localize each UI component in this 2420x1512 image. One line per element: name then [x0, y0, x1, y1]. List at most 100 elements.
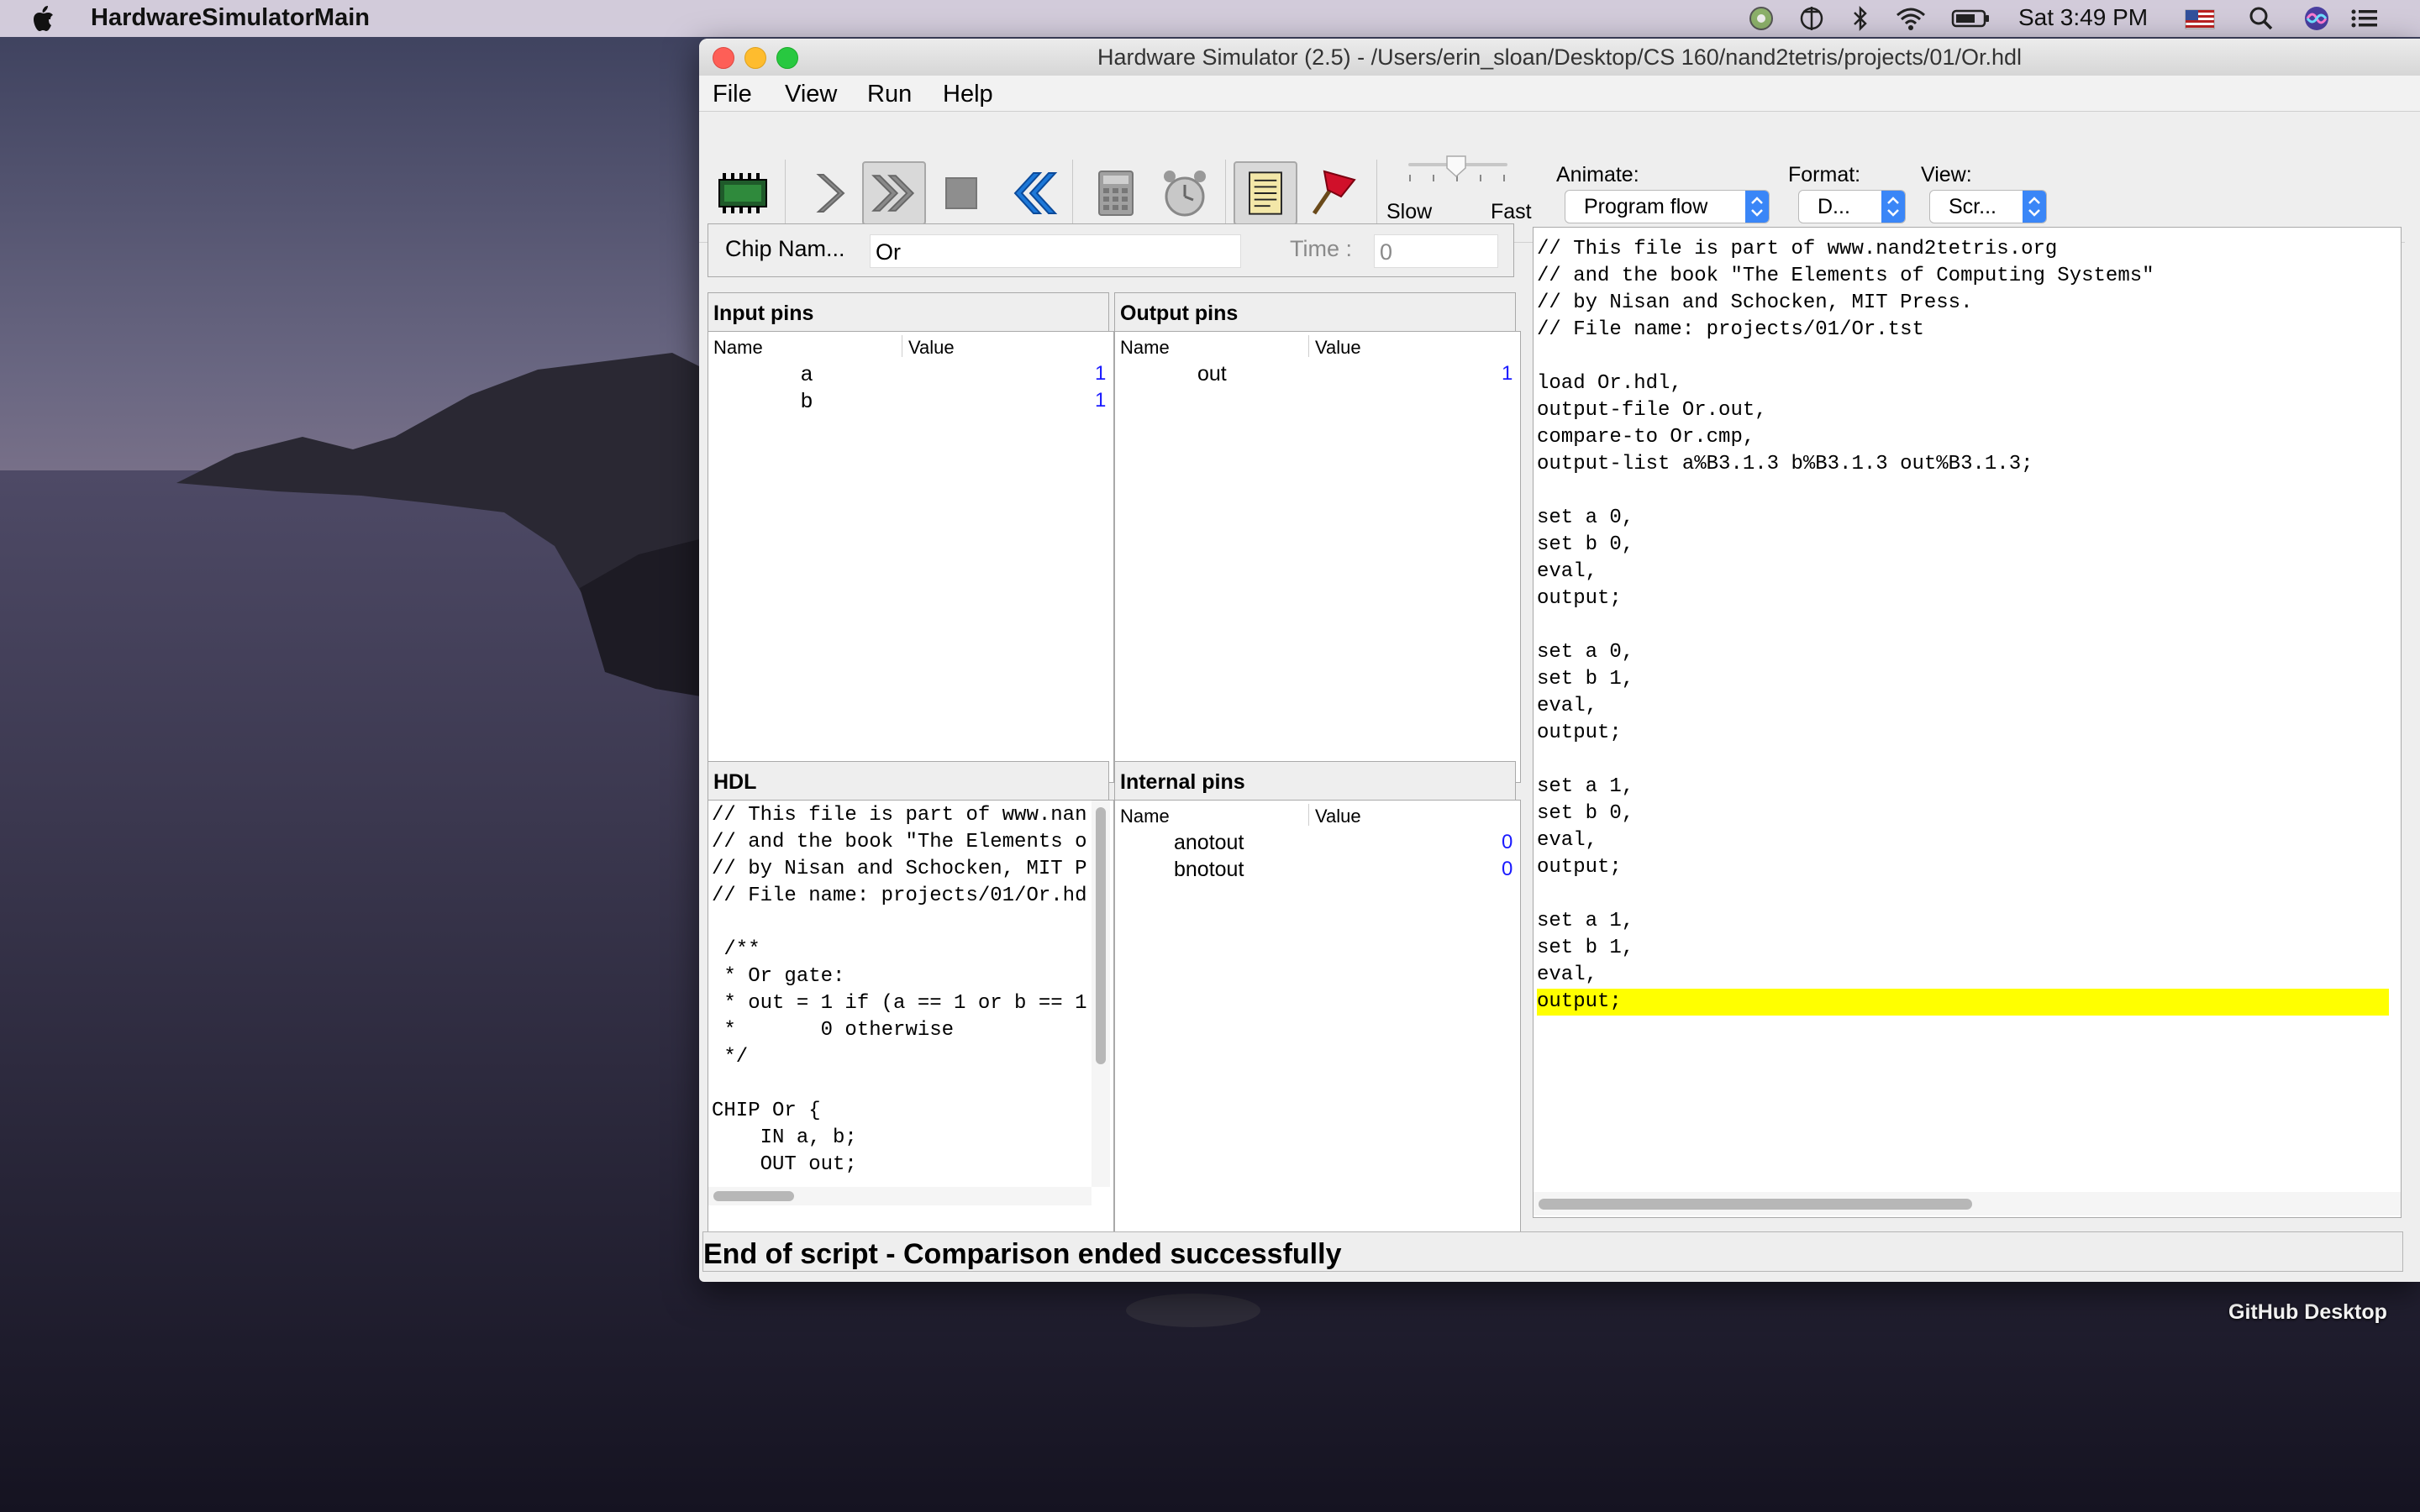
table-row[interactable]: out 1: [1115, 360, 1520, 387]
script-line[interactable]: [1537, 478, 2389, 505]
scrollbar-thumb[interactable]: [1539, 1199, 1972, 1210]
single-step-icon[interactable]: [798, 161, 862, 225]
script-line[interactable]: [1537, 344, 2389, 370]
table-row[interactable]: a 1: [708, 360, 1113, 387]
notification-center-icon[interactable]: [2349, 5, 2380, 32]
script-line[interactable]: output-file Or.out,: [1537, 397, 2389, 424]
input-pins-col-value: Value: [908, 337, 955, 358]
script-view[interactable]: // This file is part of www.nand2tetris.…: [1533, 227, 2402, 1218]
script-line[interactable]: // This file is part of www.nand2tetris.…: [1537, 236, 2389, 263]
script-line[interactable]: [1537, 881, 2389, 908]
hdl-vertical-scrollbar[interactable]: [1092, 801, 1110, 1187]
active-app-name[interactable]: HardwareSimulatorMain: [91, 4, 370, 32]
column-divider: [1308, 335, 1309, 357]
internal-pins-title: Internal pins: [1120, 770, 1245, 794]
output-pins-header: Output pins: [1114, 292, 1516, 333]
eval-icon[interactable]: [1084, 161, 1148, 225]
table-row[interactable]: b 1: [708, 387, 1113, 414]
hdl-code-line: // This file is part of www.nand: [712, 804, 1088, 827]
pin-name: b: [801, 389, 813, 412]
view-label: View:: [1921, 163, 1972, 186]
window-title-bar[interactable]: Hardware Simulator (2.5) - /Users/erin_s…: [699, 39, 2420, 76]
us-flag-icon[interactable]: [2185, 5, 2215, 32]
hdl-code-view[interactable]: // This file is part of www.nand // and t…: [708, 800, 1114, 1253]
script-line[interactable]: set a 0,: [1537, 505, 2389, 532]
script-line[interactable]: set b 0,: [1537, 801, 2389, 827]
pin-name: anotout: [1174, 831, 1244, 854]
hdl-code-lines: // This file is part of www.nand // and t…: [712, 801, 1088, 1182]
script-line[interactable]: output;: [1537, 585, 2389, 612]
siri-icon[interactable]: [2302, 5, 2331, 32]
battery-icon[interactable]: [1951, 5, 1990, 32]
script-line[interactable]: load Or.hdl,: [1537, 370, 2389, 397]
bluetooth-icon[interactable]: [1850, 5, 1870, 32]
script-line[interactable]: set a 0,: [1537, 639, 2389, 666]
script-line[interactable]: // by Nisan and Schocken, MIT Press.: [1537, 290, 2389, 317]
script-line[interactable]: set b 0,: [1537, 532, 2389, 559]
reset-icon[interactable]: [1000, 161, 1064, 225]
stop-icon[interactable]: [929, 161, 993, 225]
script-line[interactable]: [1537, 612, 2389, 639]
hdl-code-line: */: [712, 1046, 749, 1068]
script-horizontal-scrollbar[interactable]: [1534, 1192, 2401, 1215]
table-row[interactable]: anotout 0: [1115, 829, 1520, 856]
script-line[interactable]: eval,: [1537, 827, 2389, 854]
hdl-code-line: IN a, b;: [712, 1126, 857, 1149]
script-line[interactable]: // File name: projects/01/Or.tst: [1537, 317, 2389, 344]
script-line[interactable]: [1537, 747, 2389, 774]
menu-view[interactable]: View: [785, 81, 837, 108]
load-chip-icon[interactable]: [711, 161, 775, 225]
script-line[interactable]: set a 1,: [1537, 774, 2389, 801]
animate-select[interactable]: Program flow: [1565, 190, 1770, 223]
script-line-current[interactable]: output;: [1537, 989, 2389, 1016]
pin-value[interactable]: 1: [1095, 389, 1106, 412]
script-line[interactable]: output;: [1537, 720, 2389, 747]
spotlight-search-icon[interactable]: [2249, 5, 2274, 32]
format-select[interactable]: D...: [1798, 190, 1906, 223]
script-line[interactable]: set a 1,: [1537, 908, 2389, 935]
hdl-code-line: * out = 1 if (a == 1 or b == 1): [712, 992, 1088, 1015]
github-desktop-icon-label[interactable]: GitHub Desktop: [2228, 1300, 2387, 1325]
script-line[interactable]: eval,: [1537, 559, 2389, 585]
view-select-value: Scr...: [1949, 195, 1996, 218]
hdl-horizontal-scrollbar[interactable]: [708, 1187, 1092, 1205]
apple-icon[interactable]: [30, 3, 59, 34]
scrollbar-thumb[interactable]: [1096, 807, 1106, 1064]
breakpoints-icon[interactable]: [1302, 161, 1366, 225]
speed-slow-label: Slow: [1386, 200, 1433, 223]
scrollbar-thumb[interactable]: [713, 1191, 794, 1201]
speed-slider[interactable]: [1403, 155, 1512, 192]
load-script-icon[interactable]: [1234, 161, 1297, 225]
script-line[interactable]: set b 1,: [1537, 935, 2389, 962]
menu-help[interactable]: Help: [943, 81, 993, 108]
app-status-icon[interactable]: [1748, 5, 1775, 32]
status-bar: End of script - Comparison ended success…: [702, 1231, 2403, 1272]
menu-run[interactable]: Run: [867, 81, 912, 108]
chevron-updown-icon: [1745, 191, 1769, 223]
script-line[interactable]: compare-to Or.cmp,: [1537, 424, 2389, 451]
hdl-title: HDL: [713, 770, 757, 794]
clock-icon[interactable]: [1153, 161, 1217, 225]
script-line[interactable]: // and the book "The Elements of Computi…: [1537, 263, 2389, 290]
sync-status-icon[interactable]: [1798, 5, 1825, 32]
menu-file[interactable]: File: [713, 81, 752, 108]
view-select[interactable]: Scr...: [1929, 190, 2047, 223]
pin-value: 1: [1502, 362, 1513, 385]
time-field[interactable]: 0: [1374, 234, 1498, 268]
menu-bar-clock[interactable]: Sat 3:49 PM: [2018, 4, 2148, 31]
run-icon[interactable]: [862, 161, 926, 225]
script-line[interactable]: output;: [1537, 854, 2389, 881]
hdl-code-line: CHIP Or {: [712, 1100, 821, 1122]
chip-name-field[interactable]: Or: [870, 234, 1241, 268]
pin-value: 0: [1502, 831, 1513, 853]
chip-name-label: Chip Nam...: [725, 236, 845, 261]
pin-value[interactable]: 1: [1095, 362, 1106, 386]
animate-label: Animate:: [1556, 163, 1639, 186]
script-line[interactable]: set b 1,: [1537, 666, 2389, 693]
script-line[interactable]: output-list a%B3.1.3 b%B3.1.3 out%B3.1.3…: [1537, 451, 2389, 478]
wifi-icon[interactable]: [1894, 5, 1928, 32]
input-pins-table: Name Value a 1 b 1: [708, 331, 1114, 783]
script-line[interactable]: eval,: [1537, 962, 2389, 989]
table-row[interactable]: bnotout 0: [1115, 856, 1520, 883]
script-line[interactable]: eval,: [1537, 693, 2389, 720]
